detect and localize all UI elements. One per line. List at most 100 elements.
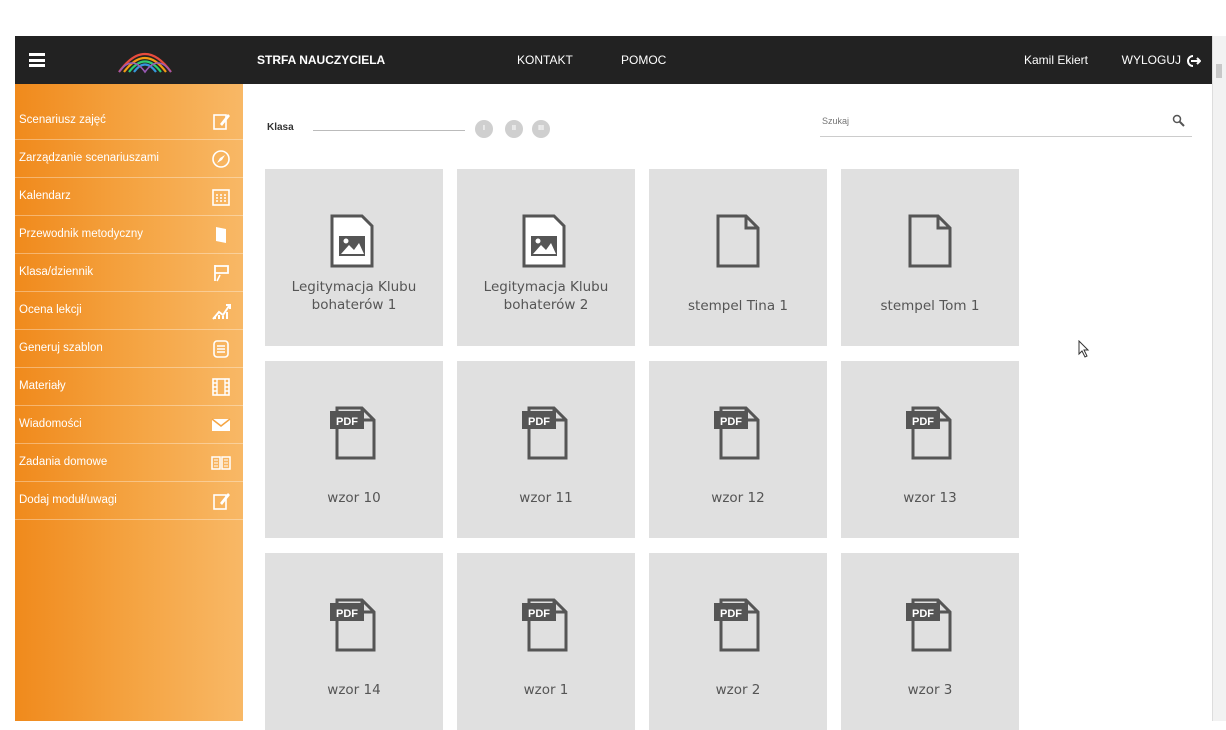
pdf-file-icon: PDF [522,406,568,460]
sidebar-item[interactable]: Zadania domowe [15,444,243,482]
logout-label: WYLOGUJ [1121,53,1181,67]
search-input[interactable] [820,108,1152,134]
class-filter-label: Klasa [267,122,294,133]
file-tile[interactable]: stempel Tom 1 [841,169,1019,346]
image-file-icon [330,214,374,268]
pdf-badge: PDF [336,608,358,620]
mail-icon [211,418,231,431]
sidebar-item-label: Zarządzanie scenariuszami [19,152,159,164]
main-content: Klasa I II III Legitymacja Klubu bohater… [243,84,1213,730]
sidebar-item-label: Zadania domowe [19,456,108,468]
menu-icon[interactable] [29,53,45,67]
film-icon [212,378,230,396]
file-tile[interactable]: PDF wzor 14 [265,553,443,730]
pdf-file-icon: PDF [714,598,760,652]
image-file-icon [522,214,566,268]
app-window: STRFA NAUCZYCIELA KONTAKT POMOC Kamil Ek… [0,0,1226,730]
file-tile[interactable]: stempel Tina 1 [649,169,827,346]
sidebar-item-label: Przewodnik metodyczny [19,228,143,240]
class-level-iii[interactable]: III [532,120,550,138]
board-icon [214,265,229,282]
sidebar-item[interactable]: Ocena lekcji [15,292,243,330]
pdf-badge: PDF [528,416,550,428]
search-icon[interactable] [1172,114,1186,128]
file-tile[interactable]: PDF wzor 11 [457,361,635,538]
file-name: wzor 14 [327,682,381,698]
file-tile[interactable]: PDF wzor 13 [841,361,1019,538]
sidebar-item-label: Kalendarz [19,190,71,202]
file-name: Legitymacja Klubu bohaterów 2 [483,279,609,313]
sidebar-item[interactable]: Dodaj moduł/uwagi [15,482,243,520]
file-name: stempel Tina 1 [688,298,788,314]
divider [313,130,465,131]
pdf-file-icon: PDF [906,406,952,460]
sidebar-item[interactable]: Przewodnik metodyczny [15,216,243,254]
file-name: Legitymacja Klubu bohaterów 1 [291,279,417,313]
file-name: wzor 2 [715,682,761,698]
scrollbar[interactable] [1212,36,1226,721]
sidebar-item[interactable]: Zarządzanie scenariuszami [15,140,243,178]
file-name: wzor 13 [903,490,957,506]
file-name: stempel Tom 1 [880,298,980,314]
file-tile[interactable]: PDF wzor 2 [649,553,827,730]
edit-icon [213,114,230,130]
pdf-badge: PDF [720,608,742,620]
file-name: wzor 1 [523,682,569,698]
pdf-file-icon: PDF [330,598,376,652]
top-navbar: STRFA NAUCZYCIELA KONTAKT POMOC Kamil Ek… [15,36,1213,84]
logout-icon [1187,54,1202,67]
pdf-badge: PDF [336,416,358,428]
sidebar-item-label: Ocena lekcji [19,304,82,316]
sidebar-item[interactable]: Kalendarz [15,178,243,216]
file-name: wzor 12 [711,490,765,506]
file-name: wzor 3 [907,682,953,698]
search-box [820,108,1192,137]
pdf-file-icon: PDF [906,598,952,652]
scrollbar-thumb[interactable] [1216,64,1222,78]
file-tile[interactable]: PDF wzor 3 [841,553,1019,730]
sidebar-item-label: Materiały [19,380,66,392]
document-file-icon [716,214,760,268]
sidebar-item-label: Klasa/dziennik [19,266,94,278]
nav-teacher-zone[interactable]: STRFA NAUCZYCIELA [257,36,385,84]
pdf-badge: PDF [912,608,934,620]
open-book-icon [211,456,231,470]
chart-icon [212,304,231,320]
compass-icon [212,150,230,168]
class-level-i[interactable]: I [475,120,493,138]
sidebar-item-label: Dodaj moduł/uwagi [19,494,117,506]
sidebar-item[interactable]: Generuj szablon [15,330,243,368]
sidebar-item[interactable]: Klasa/dziennik [15,254,243,292]
pdf-badge: PDF [912,416,934,428]
sidebar-item[interactable]: Wiadomości [15,406,243,444]
template-icon [213,340,229,358]
user-name[interactable]: Kamil Ekiert [1024,36,1088,84]
sidebar-item-label: Generuj szablon [19,342,103,354]
pdf-file-icon: PDF [330,406,376,460]
nav-contact[interactable]: KONTAKT [517,36,573,84]
file-tile[interactable]: Legitymacja Klubu bohaterów 2 [457,169,635,346]
sidebar-item[interactable]: Materiały [15,368,243,406]
logout-button[interactable]: WYLOGUJ [1121,36,1202,84]
note-icon [213,493,230,510]
pdf-badge: PDF [528,608,550,620]
mouse-cursor-icon [1078,340,1090,358]
file-tile[interactable]: PDF wzor 10 [265,361,443,538]
file-tile[interactable]: PDF wzor 12 [649,361,827,538]
document-file-icon [908,214,952,268]
pdf-file-icon: PDF [522,598,568,652]
sidebar: Scenariusz zajęć Zarządzanie scenariuszam… [15,84,243,721]
file-tile[interactable]: PDF wzor 1 [457,553,635,730]
book-icon [216,227,226,243]
sidebar-item-label: Scenariusz zajęć [19,114,106,126]
pdf-file-icon: PDF [714,406,760,460]
pdf-badge: PDF [720,416,742,428]
calendar-icon [212,189,230,206]
rainbow-logo-icon[interactable] [115,42,175,78]
sidebar-item[interactable]: Scenariusz zajęć [15,102,243,140]
class-level-ii[interactable]: II [505,120,523,138]
file-name: wzor 11 [519,490,573,506]
file-name: wzor 10 [327,490,381,506]
file-tile[interactable]: Legitymacja Klubu bohaterów 1 [265,169,443,346]
nav-help[interactable]: POMOC [621,36,666,84]
